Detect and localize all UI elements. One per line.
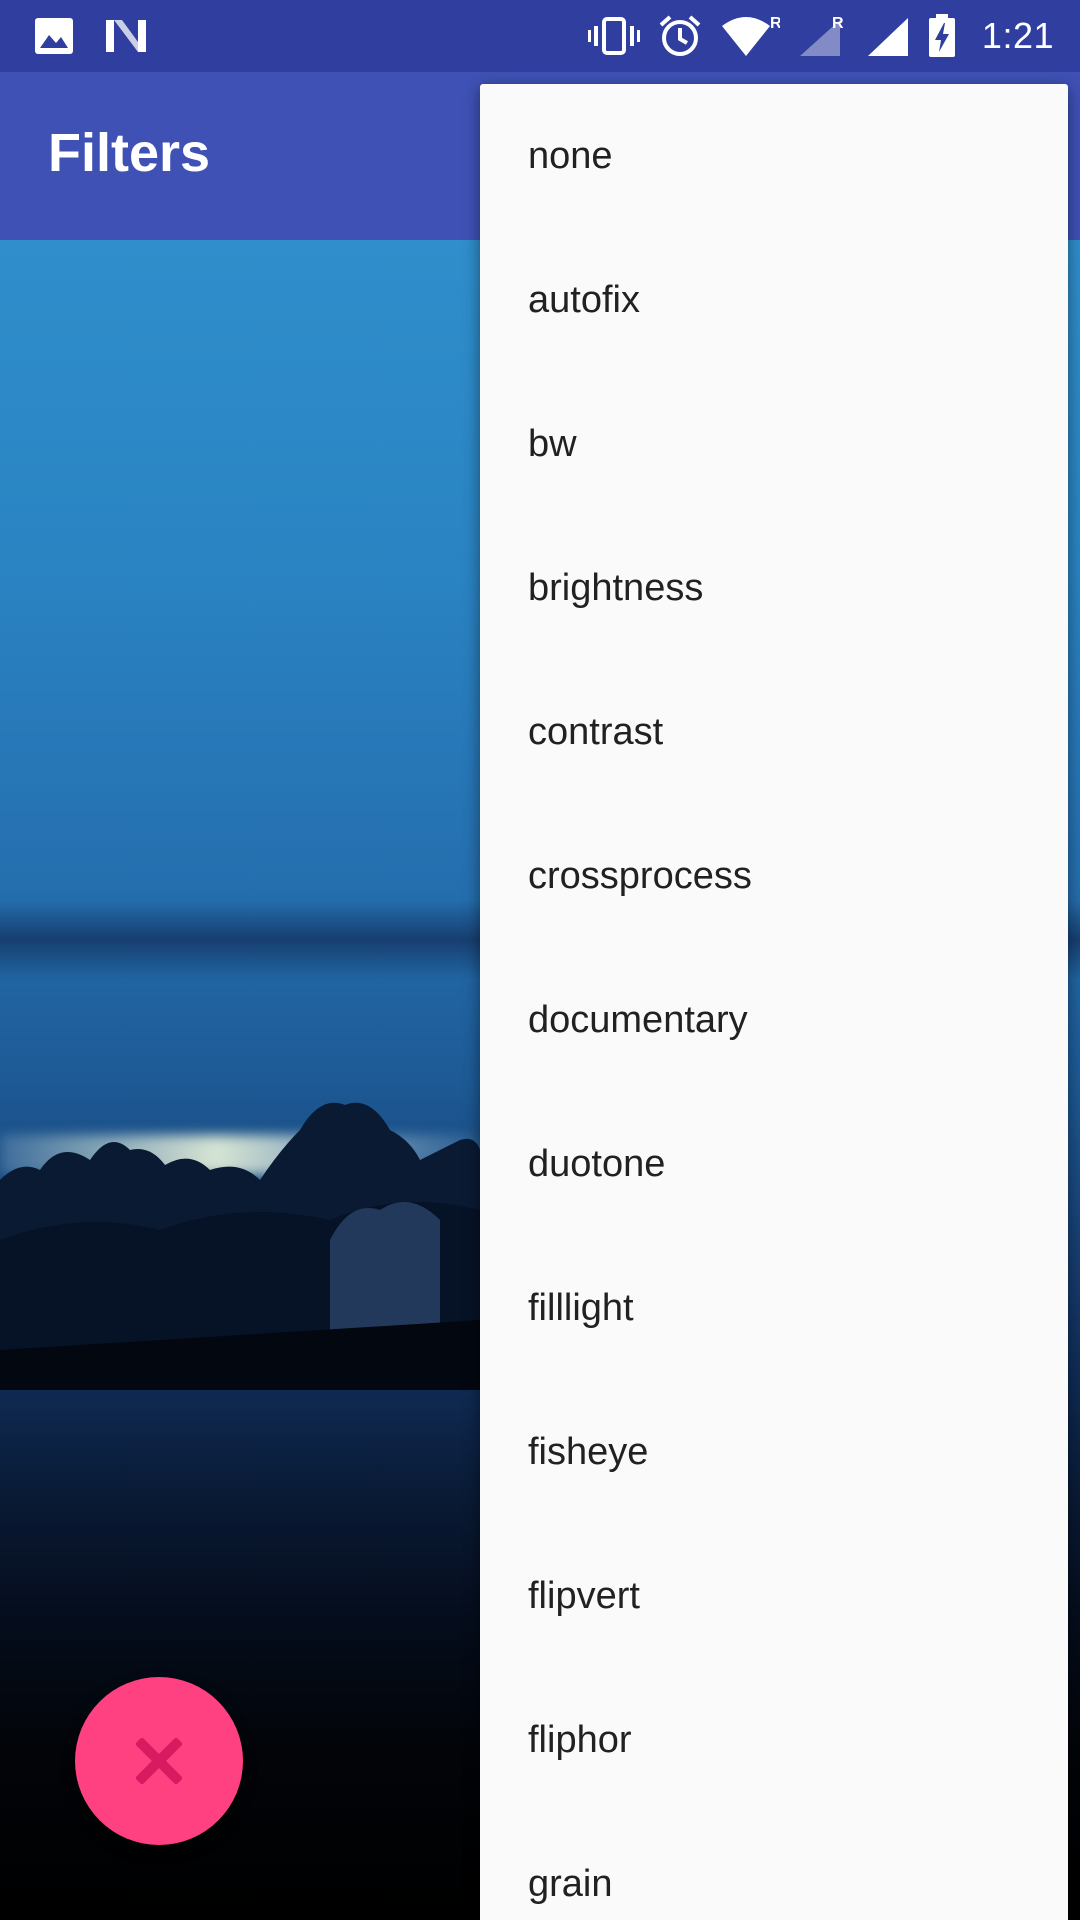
- menu-item-documentary[interactable]: documentary: [480, 948, 1068, 1092]
- n-logo-icon: [104, 18, 148, 54]
- menu-item-duotone[interactable]: duotone: [480, 1092, 1068, 1236]
- status-right: R R 1:21: [587, 0, 1054, 72]
- menu-item-grain[interactable]: grain: [480, 1812, 1068, 1920]
- status-time: 1:21: [981, 15, 1054, 56]
- status-left: [34, 0, 148, 72]
- menu-item-contrast[interactable]: contrast: [480, 660, 1068, 804]
- menu-item-none[interactable]: none: [480, 84, 1068, 228]
- menu-item-crossprocess[interactable]: crossprocess: [480, 804, 1068, 948]
- close-fab-button[interactable]: [75, 1677, 243, 1845]
- status-bar: R R 1:21: [0, 0, 1080, 72]
- filter-dropdown-menu: none autofix bw brightness contrast crossproc…: [480, 84, 1068, 1920]
- alarm-icon: [658, 14, 702, 58]
- wifi-icon: R: [720, 14, 780, 58]
- screen: R R 1:21 Filters none autofix bw brightn…: [0, 0, 1080, 1920]
- close-icon: [136, 1738, 182, 1784]
- gallery-icon: [34, 17, 74, 55]
- menu-item-bw[interactable]: bw: [480, 372, 1068, 516]
- filter-menu-list: none autofix bw brightness contrast crossproc…: [480, 84, 1068, 1920]
- battery-charging-icon: [928, 14, 956, 58]
- signal-r-icon: R: [798, 14, 848, 58]
- vibrate-icon: [587, 16, 640, 56]
- roaming-label: R: [832, 15, 844, 32]
- menu-item-brightness[interactable]: brightness: [480, 516, 1068, 660]
- menu-item-filllight[interactable]: filllight: [480, 1236, 1068, 1380]
- menu-item-fisheye[interactable]: fisheye: [480, 1380, 1068, 1524]
- signal-icon: [866, 14, 910, 58]
- menu-item-autofix[interactable]: autofix: [480, 228, 1068, 372]
- menu-item-fliphor[interactable]: fliphor: [480, 1668, 1068, 1812]
- menu-item-flipvert[interactable]: flipvert: [480, 1524, 1068, 1668]
- page-title: Filters: [48, 123, 211, 183]
- roaming-label: R: [770, 15, 780, 32]
